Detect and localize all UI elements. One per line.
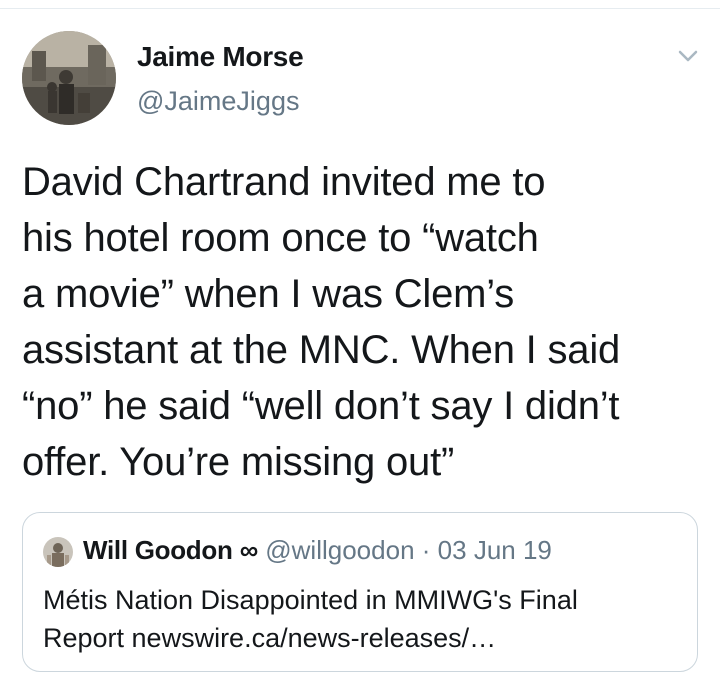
quoted-tweet-header: Will Goodon ∞ @willgoodon · 03 Jun 19 (83, 535, 552, 566)
quoted-text-line: Métis Nation Disappointed in MMIWG's Fin… (43, 585, 578, 615)
tweet-text-line: assistant at the MNC. When I said (22, 328, 621, 372)
quoted-tweet-text: Métis Nation Disappointed in MMIWG's Fin… (43, 581, 683, 657)
tweet-text-line: “no” he said “well don’t say I didn’t (22, 384, 620, 428)
tweet-text: David Chartrand invited me to his hotel … (22, 154, 702, 490)
quoted-author-avatar (43, 537, 73, 567)
tweet-text-line: offer. You’re missing out” (22, 440, 455, 484)
chevron-down-icon[interactable] (674, 42, 702, 70)
quoted-tweet-card[interactable]: Will Goodon ∞ @willgoodon · 03 Jun 19 Mé… (22, 512, 698, 672)
quoted-tweet-date: 03 Jun 19 (437, 535, 552, 565)
tweet-text-line: David Chartrand invited me to (22, 160, 546, 204)
author-avatar[interactable] (22, 31, 116, 125)
quoted-author-name: Will Goodon (83, 535, 233, 565)
quoted-avatar-photo (43, 537, 73, 567)
quoted-author-handle: @willgoodon (265, 535, 415, 565)
author-handle[interactable]: @JaimeJiggs (137, 86, 299, 117)
avatar-photo (22, 31, 116, 125)
separator-dot: · (421, 535, 431, 565)
tweet-text-line: a movie” when I was Clem’s (22, 272, 515, 316)
infinity-icon: ∞ (239, 535, 259, 565)
tweet-text-line: his hotel room once to “watch (22, 216, 539, 260)
author-name[interactable]: Jaime Morse (137, 41, 304, 73)
top-divider (0, 8, 720, 9)
quoted-text-line: Report newswire.ca/news-releases/… (43, 623, 497, 653)
